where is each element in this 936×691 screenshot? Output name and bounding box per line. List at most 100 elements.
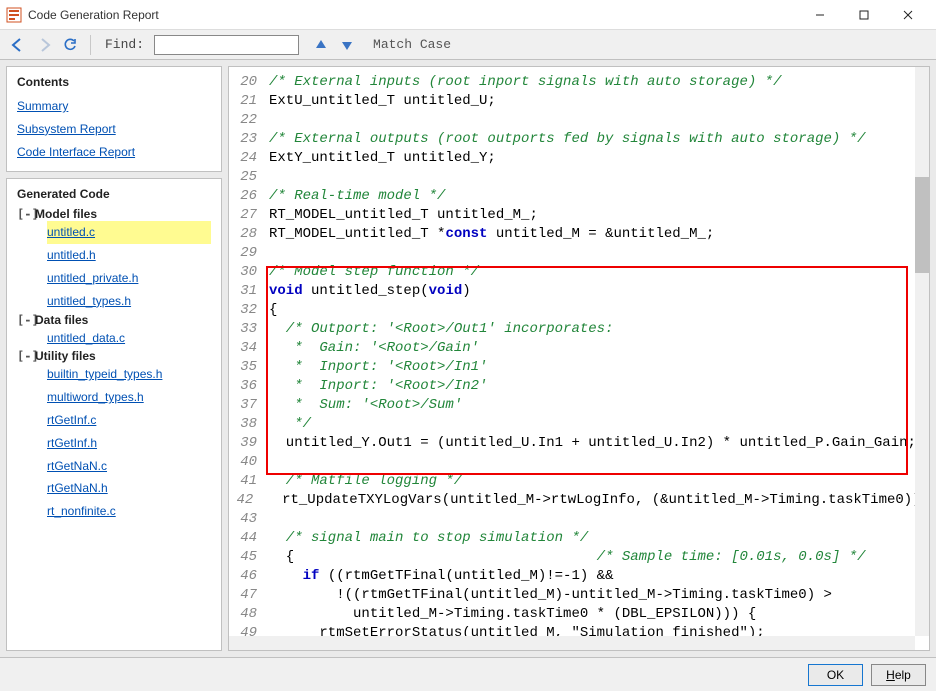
code-text: {	[269, 301, 929, 320]
line-number: 37	[229, 396, 269, 415]
line-number: 45	[229, 548, 269, 567]
code-text: ExtY_untitled_T untitled_Y;	[269, 149, 929, 168]
code-text: !((rtmGetTFinal(untitled_M)-untitled_M->…	[269, 586, 929, 605]
file-link[interactable]: untitled.h	[47, 244, 211, 267]
line-number: 24	[229, 149, 269, 168]
line-number: 46	[229, 567, 269, 586]
code-text: /* Real-time model */	[269, 187, 929, 206]
line-number: 31	[229, 282, 269, 301]
line-number: 32	[229, 301, 269, 320]
line-number: 41	[229, 472, 269, 491]
help-button[interactable]: Help	[871, 664, 926, 686]
code-line: 24ExtY_untitled_T untitled_Y;	[229, 149, 929, 168]
code-text: * Inport: '<Root>/In2'	[269, 377, 929, 396]
dialog-buttons: OK Help	[0, 657, 936, 691]
code-text: /* External inputs (root inport signals …	[269, 73, 929, 92]
tree-group[interactable]: [-]Utility files	[17, 349, 211, 363]
tree-toggle-icon[interactable]: [-]	[17, 207, 31, 221]
code-panel: 20/* External inputs (root inport signal…	[228, 66, 930, 651]
line-number: 28	[229, 225, 269, 244]
code-line: 33 /* Outport: '<Root>/Out1' incorporate…	[229, 320, 929, 339]
code-line: 38 */	[229, 415, 929, 434]
minimize-button[interactable]	[798, 1, 842, 29]
code-text: /* Outport: '<Root>/Out1' incorporates:	[269, 320, 929, 339]
generated-code-panel: Generated Code [-]Model filesuntitled.cu…	[6, 178, 222, 651]
find-prev-button[interactable]	[311, 35, 331, 55]
code-line: 23/* External outputs (root outports fed…	[229, 130, 929, 149]
code-line: 44 /* signal main to stop simulation */	[229, 529, 929, 548]
maximize-button[interactable]	[842, 1, 886, 29]
code-line: 41 /* Matfile logging */	[229, 472, 929, 491]
file-link[interactable]: rtGetNaN.h	[47, 477, 211, 500]
file-link[interactable]: untitled.c	[47, 221, 211, 244]
scrollbar-horizontal[interactable]	[229, 636, 915, 650]
file-link[interactable]: rtGetInf.h	[47, 432, 211, 455]
contents-link[interactable]: Summary	[17, 95, 211, 118]
code-line: 40	[229, 453, 929, 472]
contents-link[interactable]: Subsystem Report	[17, 118, 211, 141]
file-link[interactable]: rt_nonfinite.c	[47, 500, 211, 523]
match-case-label[interactable]: Match Case	[373, 37, 451, 52]
tree-toggle-icon[interactable]: [-]	[17, 349, 31, 363]
file-link[interactable]: rtGetNaN.c	[47, 455, 211, 478]
code-text: RT_MODEL_untitled_T untitled_M_;	[269, 206, 929, 225]
contents-panel: Contents SummarySubsystem ReportCode Int…	[6, 66, 222, 172]
contents-link[interactable]: Code Interface Report	[17, 141, 211, 164]
tree-group[interactable]: [-]Model files	[17, 207, 211, 221]
code-text: * Inport: '<Root>/In1'	[269, 358, 929, 377]
file-link[interactable]: multiword_types.h	[47, 386, 211, 409]
scrollbar-thumb[interactable]	[915, 177, 929, 273]
file-link[interactable]: rtGetInf.c	[47, 409, 211, 432]
code-text: * Sum: '<Root>/Sum'	[269, 396, 929, 415]
code-line: 27RT_MODEL_untitled_T untitled_M_;	[229, 206, 929, 225]
find-label: Find:	[105, 37, 144, 52]
code-line: 36 * Inport: '<Root>/In2'	[229, 377, 929, 396]
file-link[interactable]: untitled_data.c	[47, 327, 211, 350]
refresh-button[interactable]	[60, 35, 80, 55]
close-button[interactable]	[886, 1, 930, 29]
app-icon	[6, 7, 22, 23]
line-number: 43	[229, 510, 269, 529]
generated-code-heading: Generated Code	[17, 187, 211, 201]
code-scroll-area[interactable]: 20/* External inputs (root inport signal…	[229, 67, 929, 650]
find-next-button[interactable]	[337, 35, 357, 55]
file-link[interactable]: untitled_types.h	[47, 290, 211, 313]
help-label: H	[886, 668, 895, 682]
find-input[interactable]	[154, 35, 299, 55]
line-number: 21	[229, 92, 269, 111]
code-text	[269, 111, 929, 130]
line-number: 44	[229, 529, 269, 548]
code-text: ExtU_untitled_T untitled_U;	[269, 92, 929, 111]
code-line: 46 if ((rtmGetTFinal(untitled_M)!=-1) &&	[229, 567, 929, 586]
ok-button[interactable]: OK	[808, 664, 863, 686]
code-line: 25	[229, 168, 929, 187]
file-link[interactable]: untitled_private.h	[47, 267, 211, 290]
code-text: /* External outputs (root outports fed b…	[269, 130, 929, 149]
back-button[interactable]	[8, 35, 28, 55]
tree-toggle-icon[interactable]: [-]	[17, 313, 31, 327]
line-number: 26	[229, 187, 269, 206]
scrollbar-vertical[interactable]	[915, 67, 929, 636]
toolbar: Find: Match Case	[0, 30, 936, 60]
code-text: untitled_Y.Out1 = (untitled_U.In1 + unti…	[269, 434, 929, 453]
line-number: 27	[229, 206, 269, 225]
sidebar: Contents SummarySubsystem ReportCode Int…	[6, 66, 222, 651]
code-line: 20/* External inputs (root inport signal…	[229, 73, 929, 92]
tree-group[interactable]: [-]Data files	[17, 313, 211, 327]
code-text: */	[269, 415, 929, 434]
line-number: 29	[229, 244, 269, 263]
window-title: Code Generation Report	[28, 8, 798, 22]
code-text	[269, 168, 929, 187]
code-text: /* signal main to stop simulation */	[269, 529, 929, 548]
code-line: 26/* Real-time model */	[229, 187, 929, 206]
code-line: 47 !((rtmGetTFinal(untitled_M)-untitled_…	[229, 586, 929, 605]
line-number: 34	[229, 339, 269, 358]
code-line: 48 untitled_M->Timing.taskTime0 * (DBL_E…	[229, 605, 929, 624]
file-link[interactable]: builtin_typeid_types.h	[47, 363, 211, 386]
forward-button[interactable]	[34, 35, 54, 55]
line-number: 25	[229, 168, 269, 187]
line-number: 22	[229, 111, 269, 130]
code-line: 28RT_MODEL_untitled_T *const untitled_M …	[229, 225, 929, 244]
code-text	[269, 453, 929, 472]
code-text	[269, 510, 929, 529]
